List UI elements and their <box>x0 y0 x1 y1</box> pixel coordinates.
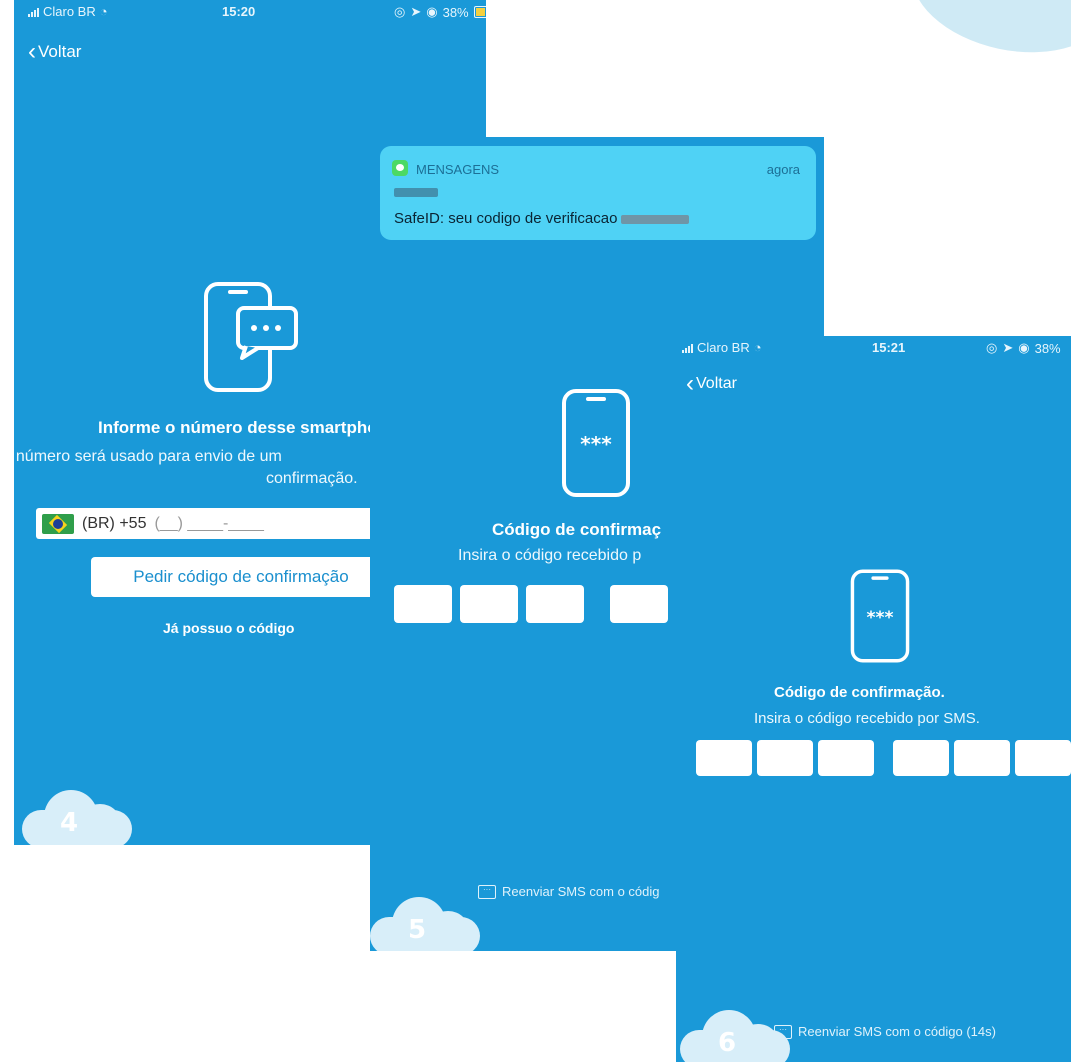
phone-placeholder[interactable]: (__) ____-____ <box>154 515 263 533</box>
code-digit-5[interactable] <box>954 740 1010 776</box>
page-title: Informe o número desse smartpho <box>98 418 378 437</box>
alarm-icon: ◉ <box>426 4 438 19</box>
code-subtitle: Insira o código recebido p <box>458 547 642 564</box>
notification-message: SafeID: seu codigo de verificacao <box>394 210 690 227</box>
resend-label: Reenviar SMS com o código (14s) <box>798 1024 996 1039</box>
step-number: 6 <box>718 1028 737 1058</box>
chevron-left-icon: ‹ <box>686 370 694 397</box>
orientation-lock-icon: ◎ <box>394 4 406 19</box>
back-button[interactable]: ‹ Voltar <box>28 40 81 64</box>
have-code-link[interactable]: Já possuo o código <box>163 620 294 636</box>
resend-sms-link[interactable]: ··· Reenviar SMS com o código (14s) <box>774 1024 996 1039</box>
notification-message-text: SafeID: seu codigo de verificacao <box>394 210 618 227</box>
svg-text:***: *** <box>866 608 893 628</box>
code-digit-6[interactable] <box>1015 740 1071 776</box>
location-icon: ➤ <box>1002 340 1014 355</box>
country-code[interactable]: (BR) +55 <box>82 515 146 533</box>
code-digit-3[interactable] <box>818 740 874 776</box>
step-cloud-badge: 6 <box>680 1006 796 1062</box>
step-cloud-badge: 4 <box>22 786 138 845</box>
resend-sms-link[interactable]: ··· Reenviar SMS com o códig <box>478 884 660 899</box>
chevron-left-icon: ‹ <box>28 38 36 65</box>
phone-code-icon: *** <box>562 389 630 497</box>
subtitle-line2: confirmação. <box>266 470 358 487</box>
back-label: Voltar <box>38 42 82 61</box>
carrier-info: Claro BR ◔ <box>28 4 108 19</box>
code-digit-4[interactable] <box>610 585 668 623</box>
code-digit-2[interactable] <box>757 740 813 776</box>
code-digit-4[interactable] <box>893 740 949 776</box>
back-label: Voltar <box>696 375 737 392</box>
code-digit-1[interactable] <box>696 740 752 776</box>
phone-chat-icon <box>204 282 298 392</box>
step-number: 5 <box>408 915 427 945</box>
svg-text:***: *** <box>580 432 612 456</box>
battery-percent: 38% <box>442 4 469 20</box>
status-bar: Claro BR ◔ 15:21 ◎ ➤ ◉ 38% <box>676 336 1071 356</box>
notification-time: agora <box>766 162 800 177</box>
screen-code-entry: Claro BR ◔ 15:21 ◎ ➤ ◉ 38% ‹ Voltar *** … <box>676 336 1071 1062</box>
signal-icon <box>682 343 693 353</box>
notification-app-name: MENSAGENS <box>416 162 500 177</box>
step-cloud-badge: 5 <box>370 893 486 951</box>
location-icon: ➤ <box>410 4 422 19</box>
subtitle-line1: O número será usado para envio de um <box>14 448 282 465</box>
notification-sender-redacted <box>394 188 438 197</box>
decorative-swoosh <box>900 0 1071 70</box>
phone-code-icon: *** <box>850 569 910 663</box>
sms-notification[interactable]: MENSAGENS agora SafeID: seu codigo de ve… <box>380 146 816 240</box>
status-bar: Claro BR ◔ 15:20 ◎ ➤ ◉ 38% <box>14 0 486 20</box>
code-digit-1[interactable] <box>394 585 452 623</box>
wifi-icon: ◔ <box>753 340 762 355</box>
battery-percent: 38% <box>1034 340 1061 356</box>
resend-label: Reenviar SMS com o códig <box>502 884 660 899</box>
status-time: 15:20 <box>222 4 256 19</box>
orientation-lock-icon: ◎ <box>986 340 998 355</box>
brazil-flag-icon <box>42 513 74 534</box>
request-code-button[interactable]: Pedir código de confirmação <box>91 557 391 597</box>
alarm-icon: ◉ <box>1018 340 1030 355</box>
code-digit-3[interactable] <box>526 585 584 623</box>
battery-icon <box>473 6 486 18</box>
carrier-label: Claro BR <box>43 4 96 19</box>
status-right: ◎ ➤ ◉ 38% <box>394 4 486 20</box>
status-right: ◎ ➤ ◉ 38% <box>986 340 1061 356</box>
status-time: 15:21 <box>872 340 906 355</box>
code-digit-2[interactable] <box>460 585 518 623</box>
code-subtitle: Insira o código recebido por SMS. <box>754 710 980 727</box>
signal-icon <box>28 7 39 17</box>
redacted-code <box>621 214 690 224</box>
back-button[interactable]: ‹ Voltar <box>686 372 737 396</box>
carrier-label: Claro BR <box>697 340 750 355</box>
code-title: Código de confirmação. <box>774 684 945 701</box>
step-number: 4 <box>60 808 79 838</box>
wifi-icon: ◔ <box>99 4 108 19</box>
carrier-info: Claro BR ◔ <box>682 340 762 355</box>
messages-app-icon <box>392 160 408 176</box>
code-title: Código de confirmaç <box>492 520 662 539</box>
